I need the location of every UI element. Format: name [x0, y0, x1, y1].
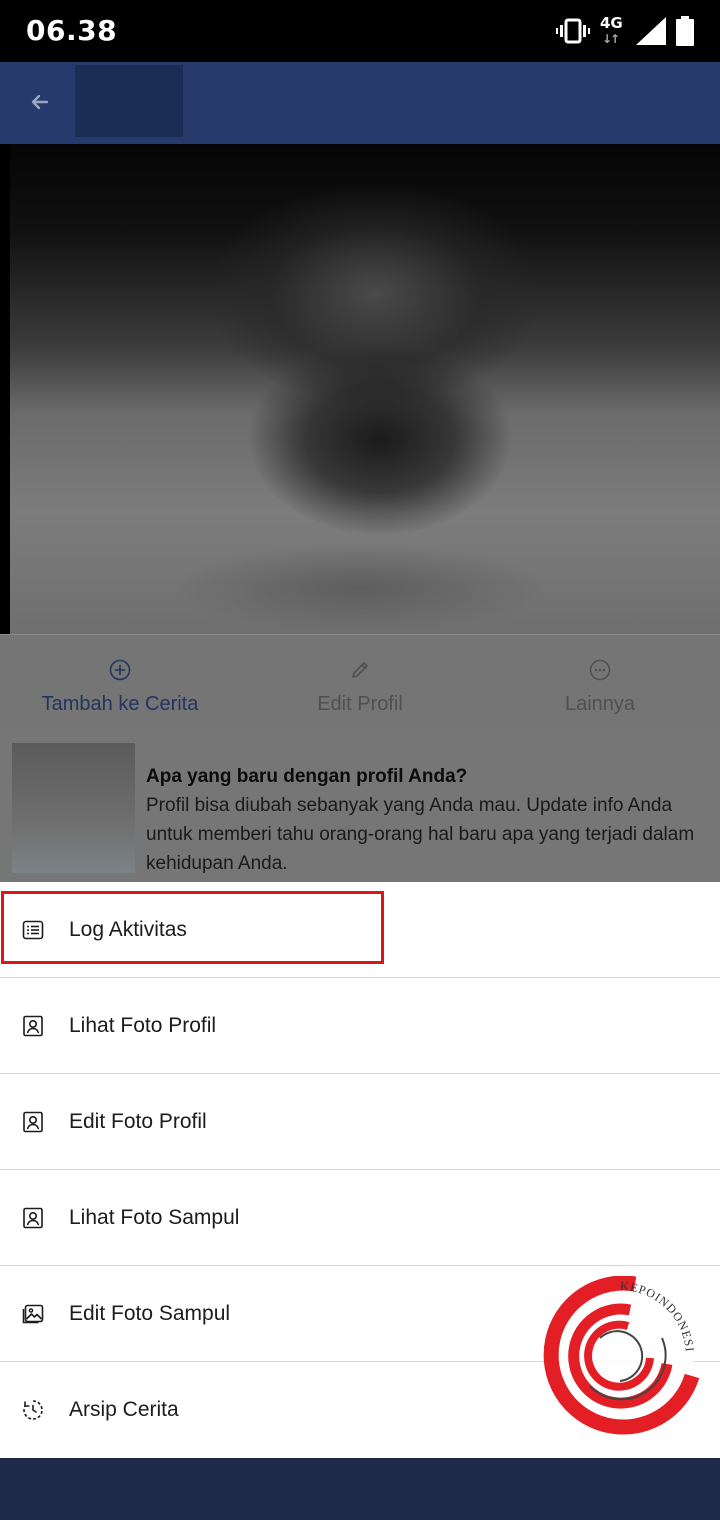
menu-item-label: Arsip Cerita [69, 1398, 179, 1421]
arrow-left-icon[interactable] [28, 90, 52, 114]
menu-item-label: Lihat Foto Profil [69, 1013, 217, 1037]
menu-item-label: Log Aktivitas [69, 917, 187, 941]
menu-item-label: Edit Foto Sampul [69, 1301, 231, 1325]
prompt-body: Profil bisa diubah sebanyak yang Anda ma… [146, 795, 695, 874]
signal-icon [636, 17, 666, 45]
profile-update-prompt: Apa yang baru dengan profil Anda? Profil… [0, 734, 720, 882]
profile-name-thumbnail [75, 65, 183, 137]
profile-photo-icon [23, 1015, 43, 1036]
cover-photo [0, 144, 720, 634]
more-circle-icon [589, 659, 611, 681]
prompt-text: Apa yang baru dengan profil Anda? Profil… [146, 762, 706, 878]
profile-thumbnail [12, 743, 135, 873]
highlight-box [1, 891, 384, 964]
status-icons: 4G ↓↑ [556, 14, 694, 48]
menu-item-view-cover-photo[interactable]: Lihat Foto Sampul [0, 1170, 720, 1266]
status-time: 06.38 [26, 14, 118, 47]
menu-item-label: Lihat Foto Sampul [69, 1205, 240, 1229]
status-bar: 06.38 4G ↓↑ [0, 0, 720, 62]
network-4g-icon: 4G ↓↑ [600, 14, 626, 46]
add-to-story-button[interactable]: Tambah ke Cerita [0, 635, 240, 734]
story-archive-icon [23, 1400, 43, 1420]
list-icon [22, 920, 44, 939]
image-icon [22, 1304, 44, 1323]
more-button[interactable]: Lainnya [480, 635, 720, 734]
profile-actions: Tambah ke Cerita Edit Profil Lainnya [0, 634, 720, 734]
plus-circle-icon [109, 659, 131, 681]
edit-profile-button[interactable]: Edit Profil [240, 635, 480, 734]
bottom-nav-bar [0, 1458, 720, 1520]
menu-item-edit-profile-photo[interactable]: Edit Foto Profil [0, 1074, 720, 1170]
top-app-bar [0, 62, 720, 144]
data-arrows-icon: ↓↑ [602, 32, 620, 46]
pencil-icon [352, 662, 368, 678]
battery-icon [676, 16, 694, 46]
edit-profile-label: Edit Profil [317, 693, 403, 715]
add-to-story-label: Tambah ke Cerita [41, 693, 199, 715]
profile-photo-icon [23, 1111, 43, 1132]
menu-item-label: Edit Foto Profil [69, 1109, 207, 1133]
menu-item-view-profile-photo[interactable]: Lihat Foto Profil [0, 978, 720, 1074]
menu-item-activity-log[interactable]: Log Aktivitas [0, 882, 720, 978]
kepoindonesia-watermark-logo: KEPOINDONESIA [540, 1276, 700, 1435]
prompt-title: Apa yang baru dengan profil Anda? [146, 766, 468, 787]
profile-photo-icon [23, 1207, 43, 1228]
more-label: Lainnya [564, 693, 636, 715]
network-label: 4G [600, 14, 623, 32]
vibrate-icon [556, 18, 590, 44]
